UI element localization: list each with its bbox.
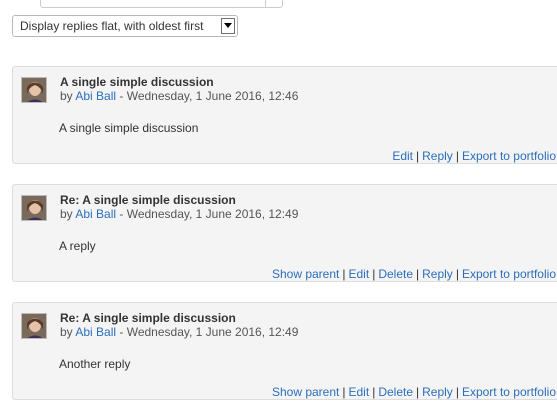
author-link[interactable]: Abi Ball	[75, 207, 116, 221]
show-parent-link[interactable]: Show parent	[272, 267, 339, 281]
byline-prefix: by	[60, 325, 73, 339]
post-message: A single simple discussion	[59, 121, 199, 135]
avatar[interactable]	[21, 313, 47, 339]
author-link[interactable]: Abi Ball	[75, 89, 116, 103]
export-to-portfolio-link[interactable]: Export to portfolio	[462, 267, 556, 281]
edit-link[interactable]: Edit	[392, 149, 413, 163]
author-link[interactable]: Abi Ball	[75, 325, 116, 339]
post-date: - Wednesday, 1 June 2016, 12:49	[119, 207, 299, 221]
post-byline: by Abi Ball - Wednesday, 1 June 2016, 12…	[60, 89, 298, 103]
separator: |	[455, 385, 459, 399]
post-commands: Show parent | Edit | Delete | Reply | Export to …	[272, 385, 556, 399]
display-mode-value: Display replies flat, with oldest first	[20, 19, 204, 33]
separator: |	[342, 267, 346, 281]
separator: |	[416, 149, 420, 163]
post-byline: by Abi Ball - Wednesday, 1 June 2016, 12…	[60, 325, 298, 339]
avatar[interactable]	[21, 77, 47, 103]
forum-post: Re: A single simple discussion by Abi Ba…	[12, 302, 557, 400]
post-date: - Wednesday, 1 June 2016, 12:49	[119, 325, 299, 339]
export-to-portfolio-link[interactable]: Export to portfolio	[462, 385, 556, 399]
forum-post: A single simple discussion by Abi Ball -…	[12, 66, 557, 164]
reply-link[interactable]: Reply	[422, 385, 453, 399]
separator: |	[416, 267, 420, 281]
separator: |	[342, 385, 346, 399]
search-field-partial[interactable]	[40, 0, 283, 8]
export-to-portfolio-link[interactable]: Export to portfolio	[462, 149, 556, 163]
reply-link[interactable]: Reply	[422, 267, 453, 281]
forum-post: Re: A single simple discussion by Abi Ba…	[12, 184, 557, 282]
post-message: A reply	[59, 239, 96, 253]
delete-link[interactable]: Delete	[378, 385, 413, 399]
separator: |	[455, 267, 459, 281]
edit-link[interactable]: Edit	[349, 267, 370, 281]
delete-link[interactable]: Delete	[378, 267, 413, 281]
byline-prefix: by	[60, 207, 73, 221]
byline-prefix: by	[60, 89, 73, 103]
post-byline: by Abi Ball - Wednesday, 1 June 2016, 12…	[60, 207, 298, 221]
post-subject: Re: A single simple discussion	[60, 311, 236, 325]
post-subject: A single simple discussion	[60, 75, 214, 89]
post-commands: Edit | Reply | Export to portfolio	[392, 149, 556, 163]
search-field-button[interactable]	[265, 0, 282, 7]
separator: |	[416, 385, 420, 399]
post-message: Another reply	[59, 357, 131, 371]
separator: |	[455, 149, 459, 163]
display-mode-select[interactable]: Display replies flat, with oldest first	[12, 15, 238, 37]
separator: |	[372, 385, 376, 399]
separator: |	[372, 267, 376, 281]
post-subject: Re: A single simple discussion	[60, 193, 236, 207]
dropdown-arrow-icon[interactable]	[221, 18, 235, 34]
edit-link[interactable]: Edit	[349, 385, 370, 399]
avatar[interactable]	[21, 195, 47, 221]
post-commands: Show parent | Edit | Delete | Reply | Export to …	[272, 267, 556, 281]
reply-link[interactable]: Reply	[422, 149, 453, 163]
post-date: - Wednesday, 1 June 2016, 12:46	[119, 89, 299, 103]
show-parent-link[interactable]: Show parent	[272, 385, 339, 399]
